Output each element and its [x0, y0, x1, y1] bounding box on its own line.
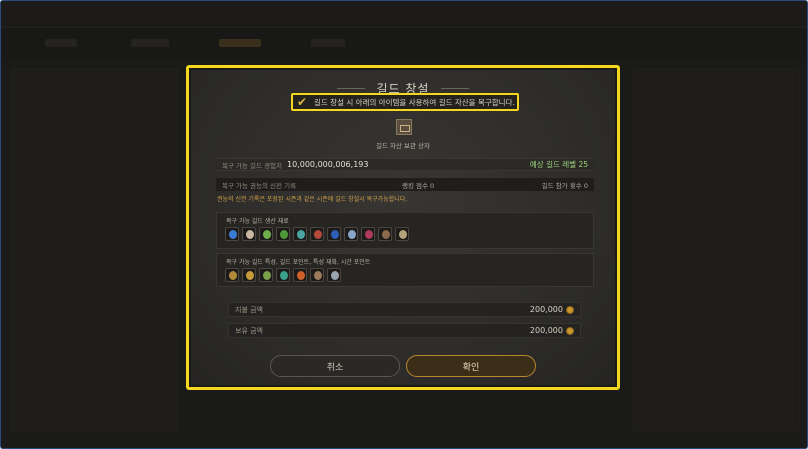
game-window: 길드 창설 ✔ 길드 창설 시 아래의 아이템을 사용하여 길드 자산을 복구합… — [0, 0, 808, 449]
ore-icon[interactable] — [344, 227, 358, 241]
flower-glyph — [314, 230, 322, 239]
checkmark-icon[interactable]: ✔ — [297, 96, 309, 108]
restore-assets-checkbox[interactable]: ✔ 길드 창설 시 아래의 아이템을 사용하여 길드 자산을 복구합니다. — [291, 93, 519, 111]
temple-records-note: 권능의 신전 기록은 포장된 시즌과 같은 시즌에 길드 창설시 복구가능합니다… — [217, 196, 408, 203]
ranking-score: 랭킹 점수 0 — [402, 181, 435, 190]
guild-exp-label: 복구 가능 길드 경험치 — [222, 161, 283, 170]
wand-glyph — [365, 230, 373, 239]
flower-icon[interactable] — [310, 227, 324, 241]
gear-core-glyph — [382, 230, 390, 239]
coin-core-icon[interactable] — [395, 227, 409, 241]
payment-amount-value: 200,000 — [529, 305, 563, 314]
temple-records-label: 복구 가능 권능의 신전 기록 — [222, 181, 297, 190]
teal-token-icon[interactable] — [276, 268, 290, 282]
mushroom-glyph — [246, 230, 254, 239]
guild-exp-row: 복구 가능 길드 경험치 10,000,000,006,193 예상 길드 레벨… — [216, 158, 594, 171]
coin-core-glyph — [399, 230, 407, 239]
expected-guild-level: 예상 길드 레벨 25 — [529, 160, 588, 169]
owned-amount-row: 보유 금액 200,000 — [228, 323, 581, 338]
green-token-glyph — [263, 271, 271, 280]
wand-icon[interactable] — [361, 227, 375, 241]
gold-coin-icon — [566, 305, 574, 314]
properties-box: 복구 가능 길드 특성, 길드 포인트, 특성 재화, 시간 포인트 — [216, 253, 594, 287]
leaf-glyph — [280, 230, 288, 239]
restore-assets-label: 길드 창설 시 아래의 아이템을 사용하여 길드 자산을 복구합니다. — [314, 97, 515, 107]
guild-coin-icon[interactable] — [242, 268, 256, 282]
materials-label: 복구 가능 길드 생산 재료 — [226, 218, 289, 225]
owned-amount-label: 보유 금액 — [235, 326, 263, 335]
guild-create-dialog: 길드 창설 ✔ 길드 창설 시 아래의 아이템을 사용하여 길드 자산을 복구합… — [191, 70, 615, 385]
properties-item-list — [225, 268, 341, 282]
gear-core-icon[interactable] — [378, 227, 392, 241]
materials-item-list — [225, 227, 409, 241]
ore-glyph — [348, 230, 356, 239]
teal-token-glyph — [280, 271, 288, 280]
blue-crystal-icon[interactable] — [225, 227, 239, 241]
feather-icon[interactable] — [293, 227, 307, 241]
owned-amount-value: 200,000 — [529, 326, 563, 335]
green-token-icon[interactable] — [259, 268, 273, 282]
blue-crystal-glyph — [229, 230, 237, 239]
fire-token-icon[interactable] — [293, 268, 307, 282]
chest-label: 길드 자산 보관 상자 — [375, 142, 431, 150]
gold-coin-icon — [566, 326, 574, 335]
herb-glyph — [263, 230, 271, 239]
herb-icon[interactable] — [259, 227, 273, 241]
temple-records-row: 복구 가능 권능의 신전 기록 랭킹 점수 0 길드 참가 횟수 0 — [216, 178, 594, 191]
materials-box: 복구 가능 길드 생산 재료 — [216, 212, 594, 249]
feather-glyph — [297, 230, 305, 239]
skill-token-icon[interactable] — [310, 268, 324, 282]
properties-label: 복구 가능 길드 특성, 길드 포인트, 특성 재화, 시간 포인트 — [226, 259, 371, 266]
chest-icon — [396, 119, 412, 135]
silver-token-icon[interactable] — [327, 268, 341, 282]
star-medal-icon[interactable] — [225, 268, 239, 282]
title-ornament — [337, 88, 366, 89]
guild-exp-value: 10,000,000,006,193 — [287, 160, 369, 169]
payment-amount-label: 지불 금액 — [235, 305, 263, 314]
payment-amount-row: 지불 금액 200,000 — [228, 302, 581, 317]
cancel-button[interactable]: 취소 — [270, 355, 400, 377]
fire-token-glyph — [297, 271, 305, 280]
guild-participation-count: 길드 참가 횟수 0 — [541, 181, 588, 190]
leaf-icon[interactable] — [276, 227, 290, 241]
skill-token-glyph — [314, 271, 322, 280]
silver-token-glyph — [331, 271, 339, 280]
confirm-button[interactable]: 확인 — [406, 355, 536, 377]
orb-icon[interactable] — [327, 227, 341, 241]
star-medal-glyph — [229, 271, 237, 280]
mushroom-icon[interactable] — [242, 227, 256, 241]
title-ornament — [440, 88, 469, 89]
guild-coin-glyph — [246, 271, 254, 280]
orb-glyph — [331, 230, 339, 239]
